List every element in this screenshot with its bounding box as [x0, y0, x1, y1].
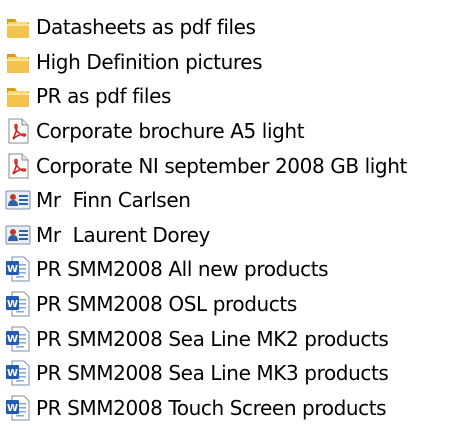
folder-icon: [4, 48, 32, 76]
list-item[interactable]: W PR SMM2008 Sea Line MK3 products: [0, 356, 462, 391]
word-document-icon: W: [4, 255, 32, 283]
folder-icon: [4, 13, 32, 41]
item-label: PR SMM2008 All new products: [36, 257, 329, 282]
item-label: PR SMM2008 Sea Line MK3 products: [36, 361, 389, 386]
item-label: Datasheets as pdf files: [36, 15, 256, 40]
pdf-icon: [4, 152, 32, 180]
contact-card-icon: [4, 186, 32, 214]
pdf-icon: [4, 117, 32, 145]
list-item[interactable]: W PR SMM2008 Sea Line MK2 products: [0, 321, 462, 356]
word-document-icon: W: [4, 290, 32, 318]
list-item[interactable]: High Definition pictures: [0, 45, 462, 80]
item-label: PR SMM2008 Sea Line MK2 products: [36, 326, 389, 351]
svg-text:W: W: [7, 403, 18, 414]
list-item[interactable]: W PR SMM2008 OSL products: [0, 287, 462, 322]
list-item[interactable]: W PR SMM2008 All new products: [0, 252, 462, 287]
word-document-icon: W: [4, 394, 32, 422]
item-label: Corporate brochure A5 light: [36, 119, 305, 144]
list-item[interactable]: Mr Laurent Dorey: [0, 218, 462, 253]
svg-text:W: W: [7, 334, 18, 345]
list-item[interactable]: W PR SMM2008 Touch Screen products: [0, 391, 462, 426]
word-document-icon: W: [4, 359, 32, 387]
item-label: Mr Finn Carlsen: [36, 188, 191, 213]
list-item[interactable]: Datasheets as pdf files: [0, 10, 462, 45]
file-list: Datasheets as pdf files High Definition …: [0, 0, 462, 432]
list-item[interactable]: PR as pdf files: [0, 79, 462, 114]
svg-text:W: W: [7, 368, 18, 379]
item-label: PR SMM2008 OSL products: [36, 292, 297, 317]
item-label: PR as pdf files: [36, 84, 172, 109]
item-label: Corporate NI september 2008 GB light: [36, 153, 407, 178]
list-item[interactable]: Mr Finn Carlsen: [0, 183, 462, 218]
folder-icon: [4, 82, 32, 110]
svg-text:W: W: [7, 264, 18, 275]
item-label: PR SMM2008 Touch Screen products: [36, 395, 387, 420]
item-label: Mr Laurent Dorey: [36, 222, 210, 247]
list-item[interactable]: Corporate brochure A5 light: [0, 114, 462, 149]
svg-text:W: W: [7, 299, 18, 310]
contact-card-icon: [4, 221, 32, 249]
word-document-icon: W: [4, 325, 32, 353]
list-item[interactable]: Corporate NI september 2008 GB light: [0, 148, 462, 183]
item-label: High Definition pictures: [36, 49, 263, 74]
